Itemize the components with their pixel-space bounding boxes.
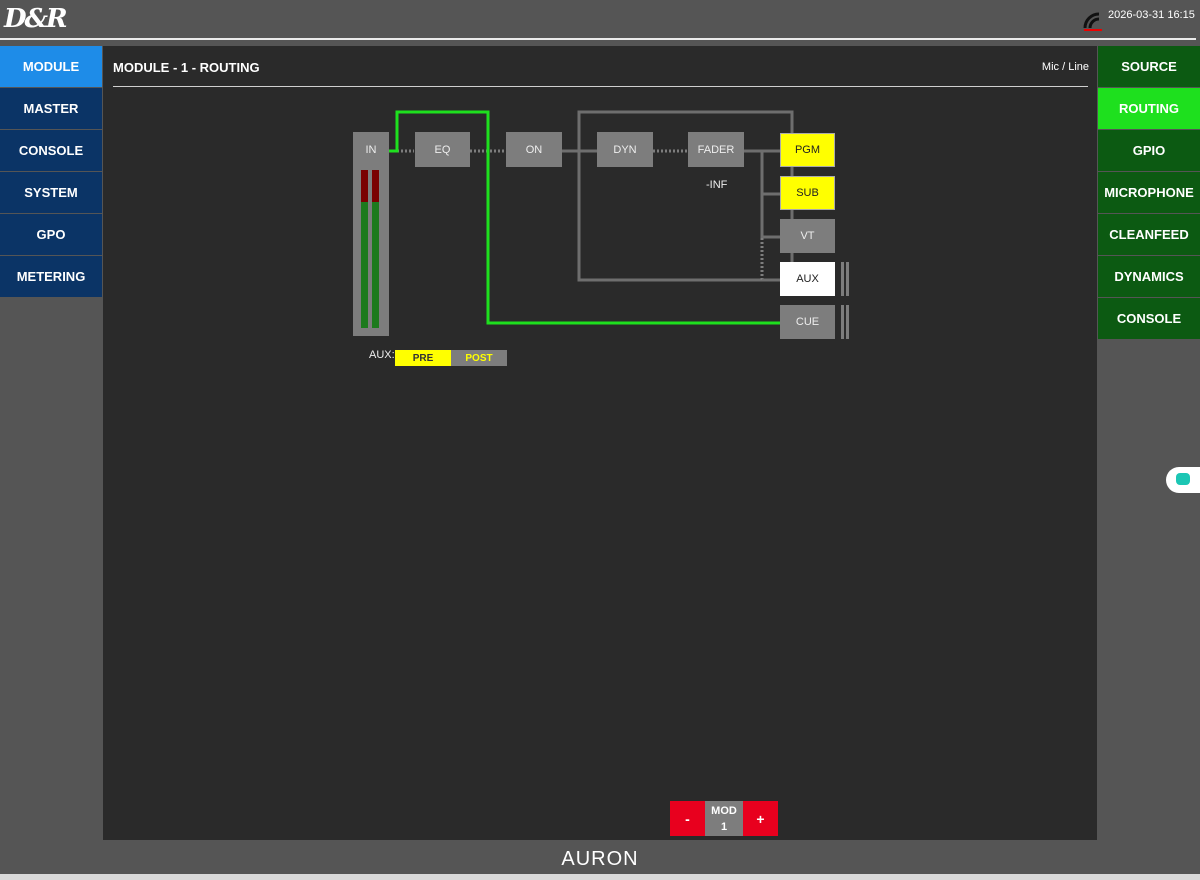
- bottom-strip: [0, 874, 1200, 880]
- cue-output-button[interactable]: CUE: [780, 305, 835, 339]
- left-menu-console[interactable]: CONSOLE: [0, 130, 102, 171]
- aux-mode-label: AUX:: [369, 349, 395, 361]
- tab-cleanfeed[interactable]: CLEANFEED: [1098, 214, 1200, 255]
- tab-dynamics[interactable]: DYNAMICS: [1098, 256, 1200, 297]
- meter-left-channel: [361, 170, 368, 328]
- in-label: IN: [365, 144, 377, 156]
- aux-output-button[interactable]: AUX: [780, 262, 835, 296]
- module-indicator-label: MOD: [711, 804, 737, 817]
- left-menu-gpo[interactable]: GPO: [0, 214, 102, 255]
- tab-console[interactable]: CONSOLE: [1098, 298, 1200, 339]
- dyn-block[interactable]: DYN: [597, 132, 653, 167]
- fader-level-readout: -INF: [706, 179, 728, 191]
- meter-left-peak: [361, 170, 368, 202]
- input-meter[interactable]: IN: [353, 132, 389, 336]
- tab-routing[interactable]: ROUTING: [1098, 88, 1200, 129]
- routing-panel: MODULE - 1 - ROUTING Mic / Line IN EQ ON…: [103, 46, 1097, 840]
- tab-gpio[interactable]: GPIO: [1098, 130, 1200, 171]
- cue-level-strip-2: [846, 305, 849, 339]
- module-prev-button[interactable]: -: [670, 801, 705, 836]
- sub-output-button[interactable]: SUB: [780, 176, 835, 210]
- vt-output-button[interactable]: VT: [780, 219, 835, 253]
- cue-level-strip: [841, 305, 844, 339]
- aux-mode-toggle: PRE POST: [395, 350, 507, 366]
- pgm-output-button[interactable]: PGM: [780, 133, 835, 167]
- aux-pre-button[interactable]: PRE: [395, 350, 451, 366]
- left-menu-system[interactable]: SYSTEM: [0, 172, 102, 213]
- tab-source[interactable]: SOURCE: [1098, 46, 1200, 87]
- fader-block[interactable]: FADER: [688, 132, 744, 167]
- tab-microphone[interactable]: MICROPHONE: [1098, 172, 1200, 213]
- brand-wordmark: AURON: [561, 848, 639, 870]
- right-menu: SOURCE ROUTING GPIO MICROPHONE CLEANFEED…: [1098, 46, 1200, 340]
- meter-right-channel: [372, 170, 379, 328]
- chat-bubble-icon: [1176, 473, 1190, 485]
- module-indicator: MOD 1: [705, 801, 743, 836]
- chat-widget[interactable]: [1166, 467, 1200, 493]
- on-block[interactable]: ON: [506, 132, 562, 167]
- meter-right-peak: [372, 170, 379, 202]
- aux-level-strip: [841, 262, 844, 296]
- header-divider: [0, 38, 1196, 40]
- top-bar: D&R 2026-03-31 16:15: [0, 0, 1200, 40]
- module-selector: - MOD 1 +: [670, 801, 778, 836]
- datetime-display: 2026-03-31 16:15: [1108, 9, 1195, 21]
- left-menu-master[interactable]: MASTER: [0, 88, 102, 129]
- aux-level-strip-2: [846, 262, 849, 296]
- left-menu: MODULE MASTER CONSOLE SYSTEM GPO METERIN…: [0, 46, 102, 298]
- brand-logo: D&R: [4, 4, 68, 34]
- aux-post-button[interactable]: POST: [451, 350, 507, 366]
- connection-arc-icon: [1083, 12, 1102, 31]
- module-next-button[interactable]: +: [743, 801, 778, 836]
- eq-block[interactable]: EQ: [415, 132, 470, 167]
- left-menu-metering[interactable]: METERING: [0, 256, 102, 297]
- left-menu-module[interactable]: MODULE: [0, 46, 102, 87]
- module-indicator-value: 1: [720, 820, 728, 833]
